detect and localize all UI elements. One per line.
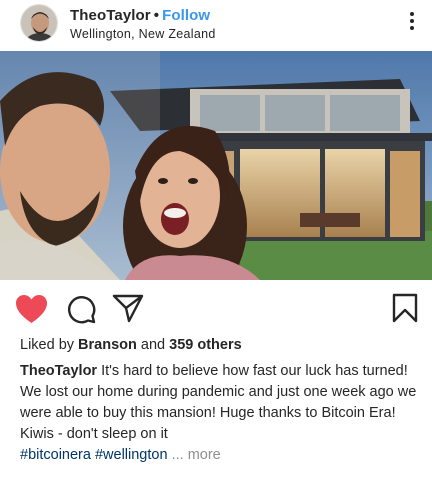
separator-dot: • (153, 7, 160, 24)
liker-username[interactable]: Branson (78, 337, 137, 353)
location-link[interactable]: Wellington, New Zealand (70, 27, 216, 41)
profile-photo (21, 5, 57, 41)
post-photo[interactable] (0, 51, 432, 280)
likes-connector: and (140, 337, 166, 353)
more-link[interactable]: more (188, 447, 221, 463)
caption-ellipsis: ... (171, 447, 184, 463)
action-bar (0, 282, 432, 332)
comment-icon[interactable] (66, 294, 96, 324)
avatar[interactable] (20, 4, 58, 42)
username-link[interactable]: TheoTaylor (70, 7, 151, 24)
likes-count-link[interactable]: 359 others (169, 337, 242, 353)
likes-prefix: Liked by (20, 337, 75, 353)
follow-button[interactable]: Follow (162, 7, 210, 24)
post-caption: TheoTaylor It's hard to believe how fast… (20, 361, 420, 466)
likes-summary: Liked by Branson and 359 others (20, 337, 242, 353)
post-header: TheoTaylor • Follow Wellington, New Zealan… (0, 0, 432, 50)
post-author: TheoTaylor • Follow (70, 7, 210, 24)
caption-username[interactable]: TheoTaylor (20, 363, 97, 379)
share-icon[interactable] (112, 293, 144, 323)
hashtag-link[interactable]: #bitcoinera (20, 447, 91, 463)
more-options-icon[interactable] (408, 12, 416, 34)
post-image (0, 51, 432, 280)
heart-icon[interactable] (15, 294, 48, 324)
bookmark-icon[interactable] (392, 293, 418, 323)
hashtag-link[interactable]: #wellington (95, 447, 168, 463)
